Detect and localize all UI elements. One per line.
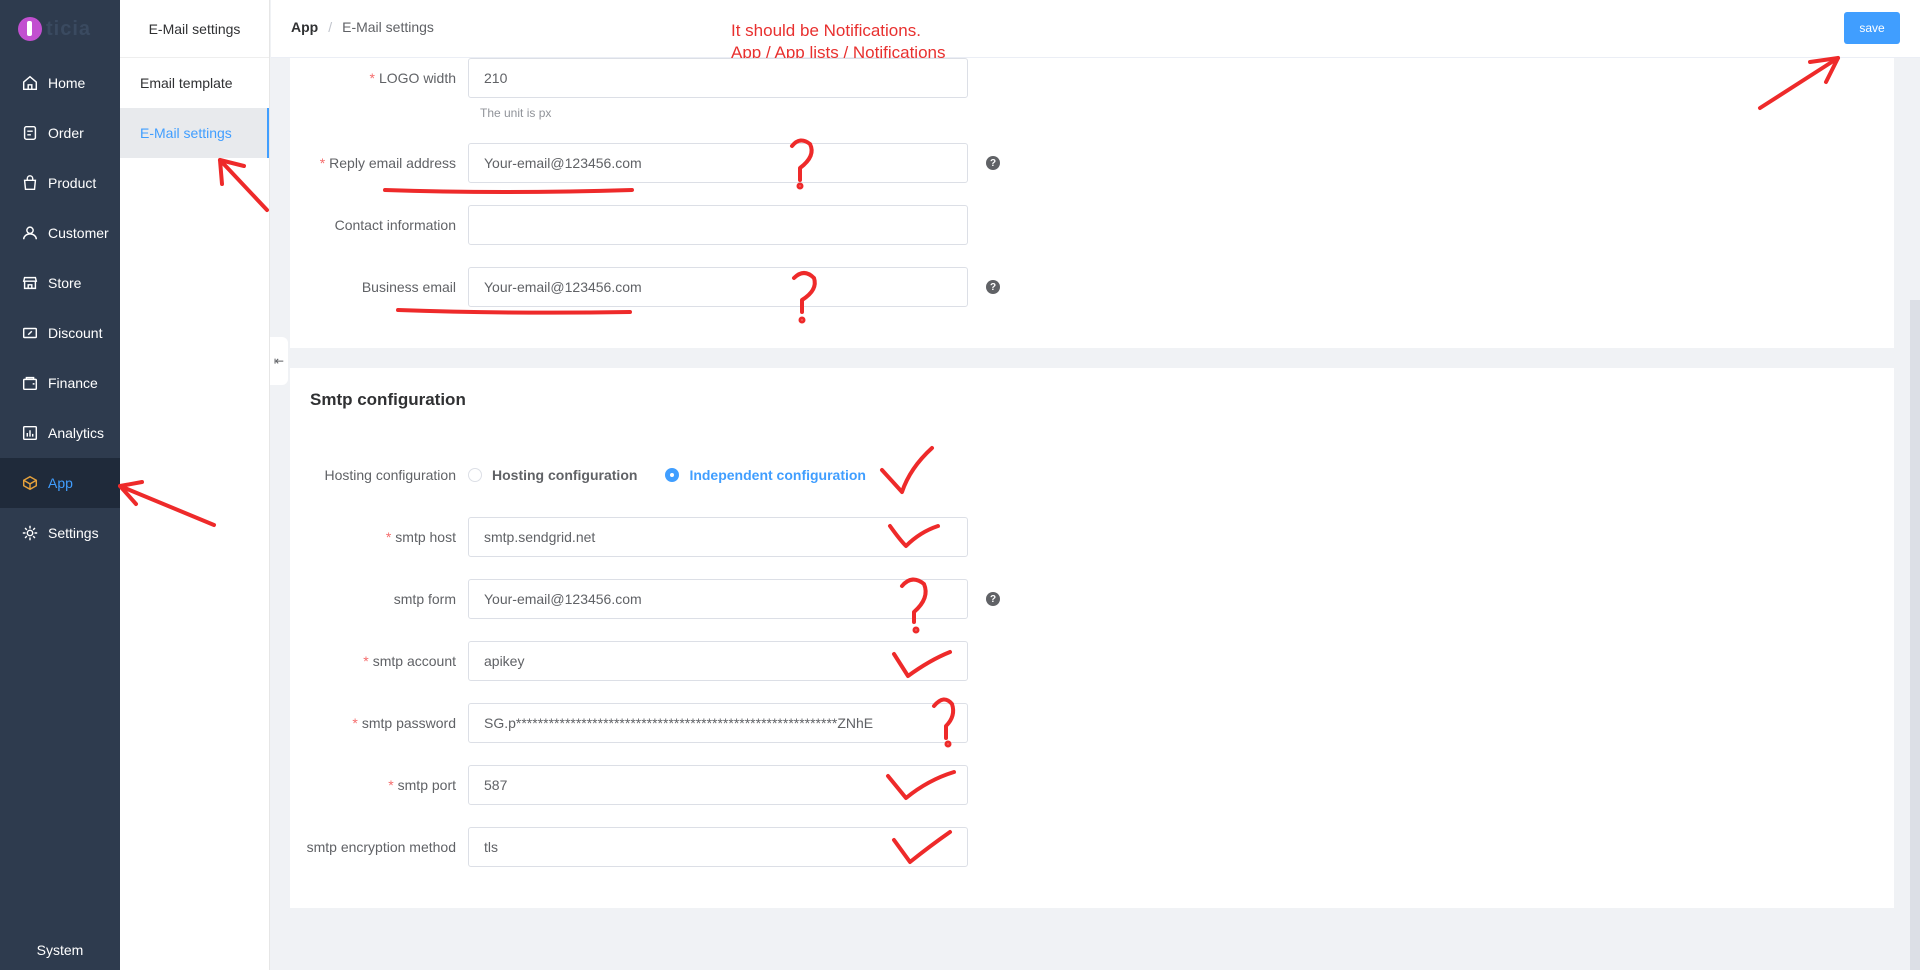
required-mark: * (363, 653, 369, 669)
general-settings-card: *LOGO width The unit is px *Reply email … (290, 58, 1894, 348)
question-help-icon[interactable]: ? (986, 592, 1000, 606)
hosting-config-row: Hosting configuration Hosting configurat… (290, 455, 894, 495)
reply-email-row: *Reply email address ? (290, 143, 1000, 183)
annotation-line-1: It should be Notifications. (731, 21, 921, 40)
smtp-host-input[interactable] (468, 517, 968, 557)
nav-label: Home (48, 75, 86, 91)
smtp-host-label: smtp host (395, 529, 456, 545)
nav-item-settings[interactable]: Settings (0, 508, 120, 558)
customer-icon (20, 223, 40, 243)
nav-item-home[interactable]: Home (0, 58, 120, 108)
logo-width-row: * LOGO width (290, 58, 968, 98)
logo-icon (18, 17, 42, 41)
page-scrollbar[interactable] (1910, 300, 1920, 970)
smtp-account-row: * smtp account (290, 641, 968, 681)
smtp-account-input[interactable] (468, 641, 968, 681)
nav-label: Order (48, 125, 84, 141)
store-icon (20, 273, 40, 293)
smtp-encryption-row: smtp encryption method (290, 827, 968, 867)
nav-label: Discount (48, 325, 103, 341)
smtp-encryption-input[interactable] (468, 827, 968, 867)
logo-width-input[interactable] (468, 58, 968, 98)
order-icon (20, 123, 40, 143)
required-mark: * (352, 715, 358, 731)
logo-width-label: LOGO width (378, 70, 456, 86)
radio-checked-icon (665, 468, 680, 482)
subnav-item-email-settings[interactable]: E-Mail settings (120, 108, 269, 158)
nav-item-discount[interactable]: Discount (0, 308, 120, 358)
logo-width-hint: The unit is px (480, 106, 552, 120)
nav-label: Store (48, 275, 82, 291)
reply-email-label: Reply email address (329, 155, 456, 171)
finance-icon (20, 373, 40, 393)
contact-info-input[interactable] (468, 205, 968, 245)
reply-email-input[interactable] (468, 143, 968, 183)
radio-hosting-configuration[interactable]: Hosting configuration (468, 467, 637, 483)
app-cube-icon (20, 473, 40, 493)
contact-info-row: Contact information (290, 205, 968, 245)
top-header: App / E-Mail settings It should be Notific… (271, 0, 1920, 62)
analytics-icon (20, 423, 40, 443)
question-help-icon[interactable]: ? (986, 280, 1000, 294)
required-mark: * (385, 529, 392, 545)
settings-gear-icon (20, 523, 40, 543)
smtp-port-row: * smtp port (290, 765, 968, 805)
nav-label: Customer (48, 225, 109, 241)
required-mark: * (319, 155, 326, 171)
brand-logo[interactable]: ticia (0, 0, 120, 58)
business-email-label: Business email (361, 279, 456, 295)
smtp-port-label: smtp port (397, 777, 456, 793)
radio-label: Hosting configuration (492, 467, 638, 483)
nav-item-analytics[interactable]: Analytics (0, 408, 120, 458)
home-icon (20, 73, 40, 93)
smtp-form-row: smtp form ? (290, 579, 1000, 619)
nav-label: App (48, 475, 73, 491)
hosting-config-label: Hosting configuration (324, 467, 456, 483)
nav-label: Analytics (48, 425, 105, 441)
breadcrumb-current: E-Mail settings (342, 19, 434, 35)
smtp-account-label: smtp account (372, 653, 456, 669)
nav-item-product[interactable]: Product (0, 158, 120, 208)
smtp-config-title: Smtp configuration (310, 390, 466, 409)
required-mark: * (369, 70, 375, 86)
subnav-item-email-template[interactable]: Email template (120, 58, 269, 108)
save-button[interactable]: save (1844, 12, 1900, 44)
smtp-form-input[interactable] (468, 579, 968, 619)
nav-item-order[interactable]: Order (0, 108, 120, 158)
logo-text: ticia (46, 17, 92, 40)
radio-circle-icon (468, 468, 482, 482)
smtp-port-input[interactable] (468, 765, 968, 805)
smtp-form-label: smtp form (393, 591, 456, 607)
nav-label: Product (48, 175, 97, 191)
nav-item-finance[interactable]: Finance (0, 358, 120, 408)
smtp-password-row: * smtp password (290, 703, 968, 743)
question-help-icon[interactable]: ? (986, 156, 1000, 170)
product-icon (20, 173, 40, 193)
smtp-encryption-label: smtp encryption method (306, 839, 456, 855)
smtp-config-card: Smtp configuration Hosting configuration… (290, 368, 1894, 908)
nav-label: Settings (48, 525, 99, 541)
main-nav: ticia Home Order Product Customer Store … (0, 0, 120, 970)
nav-item-app[interactable]: App (0, 458, 120, 508)
breadcrumb-separator: / (328, 19, 333, 35)
business-email-input[interactable] (468, 267, 968, 307)
smtp-password-label: smtp password (361, 715, 456, 731)
smtp-password-input[interactable] (468, 703, 968, 743)
email-settings-sidebar: E-Mail settings Email template E-Mail se… (120, 0, 270, 970)
nav-label: Finance (48, 375, 98, 391)
breadcrumb-root[interactable]: App (291, 19, 318, 35)
radio-independent-configuration[interactable]: Independent configuration (665, 467, 866, 483)
contact-info-label: Contact information (334, 217, 456, 233)
subnav-title: E-Mail settings (120, 0, 269, 58)
business-email-row: Business email ? (290, 267, 1000, 307)
nav-item-customer[interactable]: Customer (0, 208, 120, 258)
collapse-sidebar-icon[interactable]: ⇤ (270, 337, 288, 385)
nav-system-link[interactable]: System (0, 942, 120, 958)
breadcrumb: App / E-Mail settings (291, 19, 434, 35)
required-mark: * (388, 777, 394, 793)
discount-icon (20, 323, 40, 343)
radio-label: Independent configuration (689, 467, 866, 483)
nav-item-store[interactable]: Store (0, 258, 120, 308)
smtp-host-row: * smtp host (290, 517, 968, 557)
